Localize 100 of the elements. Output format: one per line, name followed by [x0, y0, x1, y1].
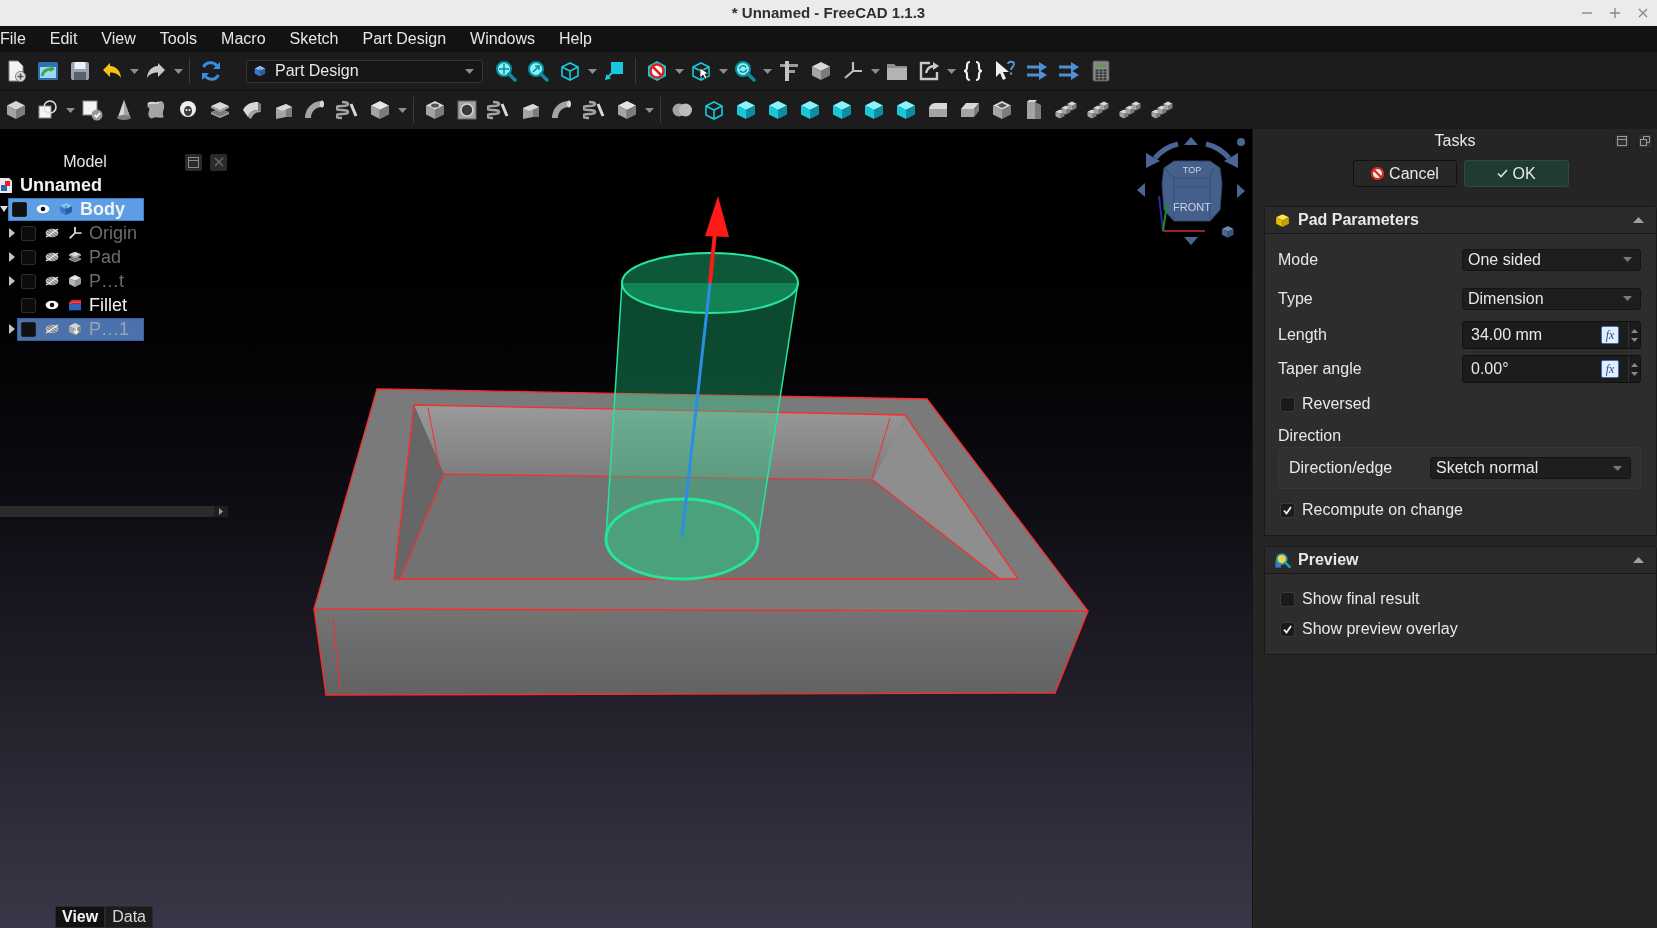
section-header[interactable]: Preview [1265, 547, 1656, 574]
menu-item[interactable]: Part Design [362, 27, 447, 51]
horizontal-scrollbar[interactable] [0, 506, 228, 517]
caret-icon[interactable] [644, 107, 654, 113]
block-icon[interactable] [809, 59, 833, 83]
expression-button[interactable]: fx [1601, 360, 1619, 378]
hole-icon[interactable] [455, 98, 479, 122]
float-button[interactable] [185, 153, 202, 171]
double-arrow-icon[interactable] [1057, 59, 1081, 83]
caret-icon[interactable] [465, 68, 474, 74]
calculator-icon[interactable] [1089, 59, 1113, 83]
spin-down-icon[interactable] [1631, 337, 1638, 342]
checkbox[interactable] [21, 321, 36, 337]
cancel-button[interactable]: Cancel [1353, 160, 1457, 187]
dropdown[interactable]: One sided [1462, 248, 1641, 271]
refresh-icon[interactable] [199, 59, 223, 83]
menu-item[interactable]: Help [559, 27, 592, 51]
workbench-dropdown[interactable]: Part Design [246, 59, 483, 83]
arrow-icon[interactable] [1184, 137, 1198, 145]
zoom-icon[interactable] [494, 59, 518, 83]
menu-item[interactable]: Edit [49, 27, 78, 51]
square-check-icon[interactable] [80, 98, 104, 122]
cube-icon[interactable] [766, 98, 790, 122]
arrow-icon[interactable] [1137, 183, 1145, 197]
cursor-question-icon[interactable] [993, 59, 1017, 83]
cube-icon[interactable] [894, 98, 918, 122]
caret-icon[interactable] [674, 68, 684, 74]
dropdown[interactable]: Sketch normal [1430, 457, 1631, 479]
cube-icon[interactable] [1221, 225, 1234, 238]
arrow-icon[interactable] [219, 508, 223, 515]
braces-icon[interactable] [961, 59, 985, 83]
spin-up-icon[interactable] [1631, 362, 1638, 367]
3d-viewport[interactable]: TOP FRONT Model Unnamed Body Origin Pad P…t Fillet P…1 View Data [0, 129, 1252, 928]
hollow-box-icon[interactable] [990, 98, 1014, 122]
float-button[interactable] [1614, 133, 1630, 149]
spiral-icon[interactable] [583, 98, 607, 122]
save-icon[interactable] [68, 59, 92, 83]
tree-item[interactable]: P…t [17, 269, 144, 293]
box-icon[interactable] [615, 98, 639, 122]
zoom-icon[interactable] [733, 59, 757, 83]
checkbox[interactable] [1280, 591, 1295, 607]
ok-button[interactable]: OK [1464, 160, 1569, 187]
close-button[interactable] [210, 153, 227, 171]
open-file-icon[interactable] [36, 59, 60, 83]
box-arrow-icon[interactable] [917, 59, 941, 83]
dropdown[interactable]: Dimension [1462, 287, 1641, 310]
caret-icon[interactable] [1613, 465, 1622, 471]
tab[interactable]: Data [105, 906, 153, 928]
checkbox[interactable] [21, 273, 36, 289]
caret-icon[interactable] [397, 107, 407, 113]
square-circle-icon[interactable] [36, 98, 60, 122]
maximize-icon[interactable] [1610, 8, 1620, 18]
menu-item[interactable]: Windows [470, 27, 535, 51]
spiral-icon[interactable] [487, 98, 511, 122]
expression-button[interactable]: fx [1601, 326, 1619, 344]
tree-item[interactable]: Pad [17, 245, 144, 269]
tab[interactable]: View [55, 906, 106, 928]
caliper-icon[interactable] [777, 59, 801, 83]
caret-icon[interactable] [718, 68, 728, 74]
caret-icon[interactable] [65, 107, 75, 113]
cube-icon[interactable] [702, 98, 726, 122]
crossed-eye-icon[interactable] [45, 276, 59, 286]
tree-item[interactable]: Fillet [17, 293, 144, 317]
spin-down-icon[interactable] [1631, 371, 1638, 376]
number-field[interactable]: 0.00° fx [1462, 355, 1641, 383]
checkbox[interactable] [12, 201, 27, 217]
expand-arrow-icon[interactable] [9, 228, 15, 238]
cube-icon[interactable] [862, 98, 886, 122]
cube-cursor-icon[interactable] [689, 59, 713, 83]
eye-icon[interactable] [36, 204, 50, 214]
menu-item[interactable]: Sketch [289, 27, 339, 51]
cube-icon[interactable] [558, 59, 582, 83]
section-header[interactable]: Pad Parameters [1265, 207, 1656, 234]
collapse-icon[interactable] [1633, 557, 1644, 563]
menu-item[interactable]: Macro [221, 27, 266, 51]
double-arrow-icon[interactable] [1025, 59, 1049, 83]
menu-item[interactable]: View [101, 27, 136, 51]
restore-button[interactable] [1637, 133, 1653, 149]
checkbox[interactable] [1280, 502, 1295, 518]
caret-icon[interactable] [129, 68, 139, 74]
caret-icon[interactable] [870, 68, 880, 74]
collapse-icon[interactable] [1633, 217, 1644, 223]
crossed-eye-icon[interactable] [45, 228, 59, 238]
caret-icon[interactable] [587, 68, 597, 74]
box-icon[interactable] [368, 98, 392, 122]
curved-arrow-icon[interactable] [1205, 141, 1238, 168]
close-icon[interactable] [1638, 8, 1648, 18]
expand-arrow-icon[interactable] [9, 252, 15, 262]
pocket-block-icon[interactable] [423, 98, 447, 122]
menu-item[interactable]: File [0, 27, 26, 51]
spin-up-icon[interactable] [1631, 328, 1638, 333]
cube-icon[interactable] [830, 98, 854, 122]
checkbox[interactable] [1280, 396, 1295, 412]
cube-icon[interactable] [798, 98, 822, 122]
caret-icon[interactable] [173, 68, 183, 74]
caret-icon[interactable] [1623, 296, 1632, 301]
checkbox[interactable] [1280, 621, 1295, 637]
expand-arrow-icon[interactable] [0, 206, 8, 212]
curved-arrow-icon[interactable] [1146, 141, 1179, 168]
tree-item[interactable]: Unnamed [0, 173, 144, 197]
